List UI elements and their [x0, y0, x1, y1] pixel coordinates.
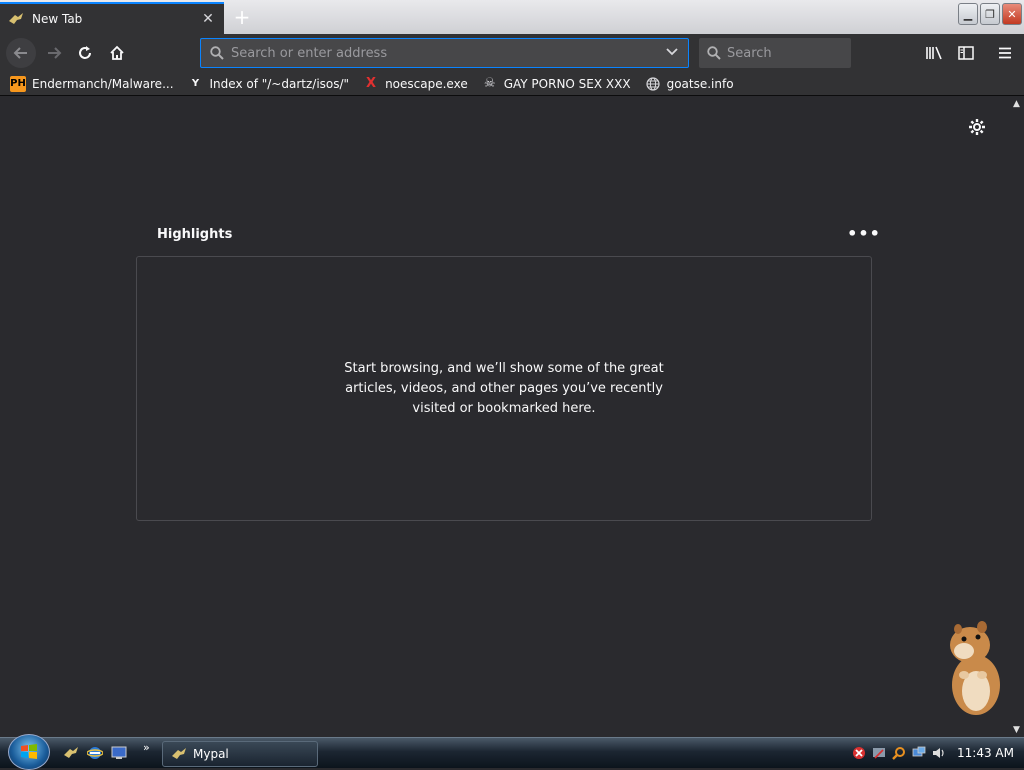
- more-options-icon[interactable]: •••: [847, 221, 880, 245]
- magnifier-icon[interactable]: [891, 745, 907, 761]
- chevron-down-icon[interactable]: [664, 47, 680, 59]
- taskbar: » Mypal 11:43 AM: [0, 734, 1024, 770]
- scroll-up-arrow-icon[interactable]: ▲: [1009, 97, 1024, 111]
- restore-button[interactable]: ❐: [980, 3, 1000, 25]
- minimize-icon: ▁: [963, 7, 973, 21]
- home-button[interactable]: [103, 39, 131, 67]
- network-icon[interactable]: [871, 745, 887, 761]
- mypal-launcher-icon[interactable]: [62, 744, 80, 762]
- security-alert-icon[interactable]: [851, 745, 867, 761]
- bookmark-label: goatse.info: [666, 76, 734, 91]
- restore-icon: ❐: [985, 7, 995, 21]
- bookmark-item[interactable]: ☠ GAY PORNO SEX XXX: [482, 76, 631, 92]
- chevron-right-icon[interactable]: »: [143, 741, 150, 754]
- window-controls: ▁ ❐ ✕: [958, 3, 1022, 25]
- x-favicon-icon: X: [366, 76, 377, 91]
- search-icon: [209, 45, 225, 61]
- tab-title: New Tab: [32, 12, 83, 26]
- ycombinator-favicon-icon: Y: [191, 78, 200, 89]
- title-bar: New Tab ✕ + ▁ ❐ ✕: [0, 0, 1024, 34]
- bookmark-item[interactable]: X noescape.exe: [363, 76, 468, 92]
- volume-icon[interactable]: [931, 745, 947, 761]
- bookmark-item[interactable]: PH Endermanch/Malware...: [10, 75, 174, 92]
- highlights-heading: Highlights: [157, 227, 233, 242]
- back-button[interactable]: [6, 38, 36, 68]
- show-desktop-icon[interactable]: [110, 744, 128, 762]
- skull-favicon-icon: ☠: [483, 76, 496, 91]
- hamburger-icon: [999, 47, 1011, 59]
- library-icon: [926, 46, 942, 60]
- search-bar[interactable]: [699, 38, 897, 68]
- address-bar[interactable]: [200, 38, 689, 68]
- library-button[interactable]: [920, 39, 948, 67]
- vertical-scrollbar[interactable]: ▲ ▼: [1009, 97, 1024, 737]
- reload-icon: [79, 46, 91, 59]
- close-icon: ✕: [1007, 7, 1017, 21]
- taskbar-item-label: Mypal: [193, 747, 229, 761]
- home-icon: [110, 45, 124, 60]
- bookmark-label: noescape.exe: [385, 76, 468, 91]
- close-window-button[interactable]: ✕: [1002, 3, 1022, 25]
- reload-button[interactable]: [71, 39, 99, 67]
- bookmark-label: Endermanch/Malware...: [32, 76, 174, 91]
- mypal-favicon-icon: [8, 11, 24, 27]
- quick-launch: [62, 744, 128, 762]
- hamster-image: [950, 621, 1000, 715]
- highlights-section: Start browsing, and we’ll show some of t…: [136, 256, 872, 521]
- forward-button[interactable]: [40, 39, 68, 67]
- clock[interactable]: 11:43 AM: [957, 746, 1014, 760]
- sidebar-icon: [958, 46, 974, 60]
- new-tab-button[interactable]: +: [228, 4, 256, 30]
- empty-state-message: Start browsing, and we’ll show some of t…: [344, 360, 664, 416]
- tab-new-tab[interactable]: New Tab ✕: [0, 2, 224, 34]
- address-input[interactable]: [231, 45, 664, 61]
- gear-icon[interactable]: [966, 116, 988, 138]
- navigation-toolbar: [0, 34, 1024, 72]
- sidebar-toggle-button[interactable]: [952, 39, 980, 67]
- tab-close-icon[interactable]: ✕: [200, 11, 216, 27]
- bookmark-item[interactable]: goatse.info: [645, 76, 734, 92]
- arrow-right-icon: [48, 47, 62, 59]
- search-input[interactable]: [727, 45, 897, 61]
- search-icon: [707, 45, 721, 61]
- mypal-app-icon: [172, 748, 186, 759]
- bookmarks-toolbar: PH Endermanch/Malware... Y Index of "/~d…: [0, 72, 1024, 96]
- arrow-left-icon: [13, 47, 27, 59]
- bookmark-item[interactable]: Y Index of "/~dartz/isos/": [188, 76, 350, 92]
- hamburger-menu-button[interactable]: [991, 39, 1019, 67]
- windows-logo-icon: [21, 744, 37, 759]
- internet-explorer-icon[interactable]: [86, 744, 104, 762]
- pornhub-favicon-icon: PH: [10, 75, 26, 92]
- system-tray: 11:43 AM: [843, 738, 1024, 768]
- taskbar-item-mypal[interactable]: Mypal: [162, 741, 318, 767]
- new-tab-page: Highlights ••• Start browsing, and we’ll…: [0, 97, 1009, 737]
- bookmark-label: Index of "/~dartz/isos/": [209, 76, 350, 91]
- bookmark-label: GAY PORNO SEX XXX: [503, 76, 631, 91]
- globe-icon: [645, 76, 661, 92]
- monitor-network-icon[interactable]: [911, 745, 927, 761]
- start-button[interactable]: [8, 734, 50, 770]
- scroll-down-arrow-icon[interactable]: ▼: [1009, 723, 1024, 737]
- minimize-button[interactable]: ▁: [958, 3, 978, 25]
